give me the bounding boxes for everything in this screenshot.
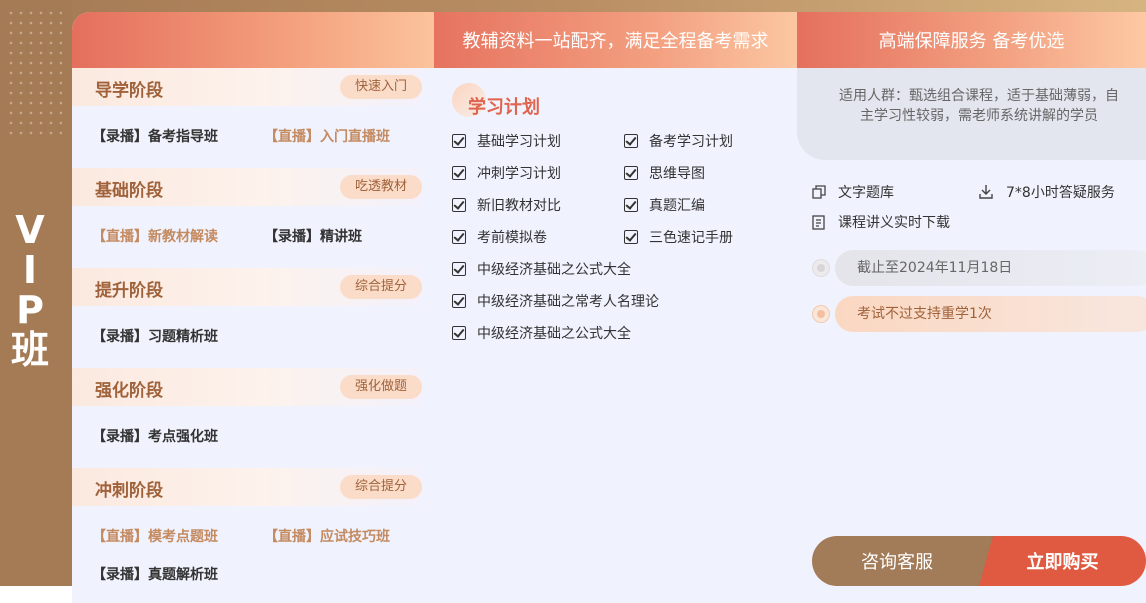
plan-item: 冲刺学习计划 (452, 163, 561, 183)
plan-item-label: 新旧教材对比 (477, 198, 561, 214)
stage-title: 基础阶段 (95, 181, 163, 201)
feature-label: 课程讲义实时下载 (838, 215, 950, 231)
plan-item-label: 真题汇编 (649, 198, 705, 214)
course-recorded[interactable]: 【录播】真题解析班 (92, 564, 218, 584)
checkbox-checked-icon (452, 198, 466, 212)
stage-header-basic: 基础阶段 吃透教材 (72, 168, 422, 206)
stage-tag: 快速入门 (340, 75, 422, 99)
checkbox-checked-icon (452, 166, 466, 180)
plan-item: 中级经济基础之公式大全 (452, 323, 631, 343)
document-icon (812, 214, 825, 230)
stage-title: 强化阶段 (95, 381, 163, 401)
stage-tag: 吃透教材 (340, 175, 422, 199)
checkbox-checked-icon (452, 326, 466, 340)
stage-tag: 综合提分 (340, 275, 422, 299)
checkbox-checked-icon (452, 262, 466, 276)
course-live[interactable]: 【直播】新教材解读 (92, 226, 218, 246)
plan-item-label: 冲刺学习计划 (477, 166, 561, 182)
vip-label: V I P 班 (8, 210, 52, 370)
checkbox-checked-icon (624, 166, 638, 180)
course-recorded[interactable]: 【录播】备考指导班 (92, 126, 218, 146)
feature-label: 文字题库 (838, 185, 894, 201)
vip-course-card: 教辅资料一站配齐，满足全程备考需求 高端保障服务 备考优选 导学阶段 快速入门 … (72, 12, 1146, 603)
plan-item: 新旧教材对比 (452, 195, 561, 215)
vip-char: P (16, 288, 44, 332)
course-live[interactable]: 【直播】入门直播班 (264, 126, 390, 146)
download-icon (979, 185, 993, 199)
checkbox-checked-icon (624, 230, 638, 244)
consult-service-button[interactable]: 咨询客服 (812, 536, 1002, 586)
question-bank-icon (812, 185, 826, 199)
checkbox-checked-icon (452, 134, 466, 148)
stage-header-strengthen: 强化阶段 强化做题 (72, 368, 422, 406)
vip-char: I (22, 248, 38, 292)
dot-pattern (6, 8, 62, 138)
stage-title: 提升阶段 (95, 281, 163, 301)
course-live[interactable]: 【直播】模考点题班 (92, 526, 218, 546)
stage-title: 冲刺阶段 (95, 481, 163, 501)
vip-char: 班 (10, 328, 49, 372)
checkbox-checked-icon (624, 198, 638, 212)
course-live[interactable]: 【直播】应试技巧班 (264, 526, 390, 546)
stage-header-improve: 提升阶段 综合提分 (72, 268, 422, 306)
feature-question-bank: 文字题库 (812, 182, 894, 202)
course-recorded[interactable]: 【录播】精讲班 (264, 226, 362, 246)
plan-item: 三色速记手册 (624, 227, 733, 247)
header-service: 高端保障服务 备考优选 (797, 12, 1146, 68)
checkbox-checked-icon (452, 230, 466, 244)
stage-title: 导学阶段 (95, 81, 163, 101)
checkbox-checked-icon (452, 294, 466, 308)
header-materials: 教辅资料一站配齐，满足全程备考需求 (434, 12, 797, 68)
checkbox-checked-icon (624, 134, 638, 148)
plan-item-label: 备考学习计划 (649, 134, 733, 150)
plan-item: 基础学习计划 (452, 131, 561, 151)
stage-header-sprint: 冲刺阶段 综合提分 (72, 468, 422, 506)
guarantee-pill: 考试不过支持重学1次 (835, 296, 1146, 332)
plan-item: 中级经济基础之公式大全 (452, 259, 631, 279)
stage-tag: 综合提分 (340, 475, 422, 499)
course-recorded[interactable]: 【录播】考点强化班 (92, 426, 218, 446)
deadline-bullet-icon (812, 259, 830, 277)
deadline-pill: 截止至2024年11月18日 (835, 250, 1146, 286)
plan-item-label: 中级经济基础之公式大全 (477, 326, 631, 342)
course-recorded[interactable]: 【录播】习题精析班 (92, 326, 218, 346)
buy-now-button[interactable]: 立即购买 (979, 536, 1146, 586)
target-audience: 适用人群：甄选组合课程，适于基础薄弱，自主学习性较弱，需老师系统讲解的学员 (797, 68, 1146, 160)
plan-item-label: 中级经济基础之常考人名理论 (477, 294, 659, 310)
plan-item-label: 三色速记手册 (649, 230, 733, 246)
feature-label: 7*8小时答疑服务 (1006, 185, 1115, 201)
plan-title: 学习计划 (468, 97, 540, 118)
plan-item: 思维导图 (624, 163, 705, 183)
guarantee-bullet-icon (812, 305, 830, 323)
stage-header-intro: 导学阶段 快速入门 (72, 68, 422, 106)
plan-item-label: 思维导图 (649, 166, 705, 182)
plan-item-label: 中级经济基础之公式大全 (477, 262, 631, 278)
plan-item: 备考学习计划 (624, 131, 733, 151)
plan-item-label: 基础学习计划 (477, 134, 561, 150)
plan-item: 中级经济基础之常考人名理论 (452, 291, 659, 311)
feature-qa-service: 7*8小时答疑服务 (978, 182, 1115, 202)
vip-side-strip: V I P 班 (0, 0, 72, 586)
feature-notes-download: 课程讲义实时下载 (812, 212, 950, 232)
plan-item: 真题汇编 (624, 195, 705, 215)
plan-item-label: 考前模拟卷 (477, 230, 547, 246)
stage-tag: 强化做题 (340, 375, 422, 399)
vip-char: V (15, 208, 45, 252)
plan-item: 考前模拟卷 (452, 227, 547, 247)
header-stages (72, 12, 434, 68)
